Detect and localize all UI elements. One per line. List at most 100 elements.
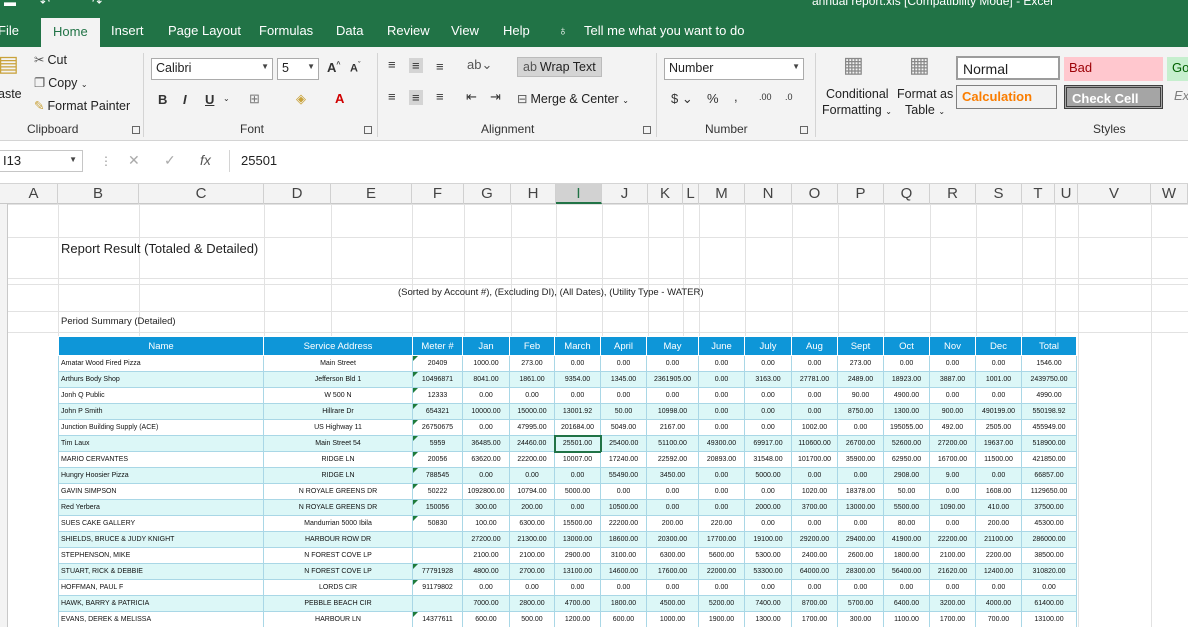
value-cell[interactable]: 13100.00 — [1021, 611, 1077, 627]
value-cell[interactable]: 6300.00 — [509, 515, 555, 532]
currency-icon[interactable]: $ ⌄ — [671, 91, 693, 107]
value-cell[interactable]: 0.00 — [462, 387, 510, 404]
value-cell[interactable]: 2700.00 — [509, 563, 555, 580]
value-cell[interactable]: 4900.00 — [883, 387, 930, 404]
value-cell[interactable]: 21100.00 — [975, 531, 1022, 548]
table-header-cell[interactable]: Total — [1021, 336, 1077, 356]
value-cell[interactable]: 1000.00 — [646, 611, 699, 627]
value-cell[interactable]: 3163.00 — [744, 371, 792, 388]
value-cell[interactable]: 27781.00 — [791, 371, 838, 388]
value-cell[interactable]: 10794.00 — [509, 483, 555, 500]
value-cell[interactable]: 500.00 — [509, 611, 555, 627]
value-cell[interactable]: 0.00 — [975, 467, 1022, 484]
value-cell[interactable]: 1608.00 — [975, 483, 1022, 500]
value-cell[interactable]: 0.00 — [646, 483, 699, 500]
value-cell[interactable]: 22200.00 — [929, 531, 976, 548]
value-cell[interactable]: 50.00 — [883, 483, 930, 500]
error-indicator-icon[interactable] — [413, 388, 418, 393]
meter-cell[interactable]: 150056 — [412, 499, 463, 516]
borders-icon[interactable]: ⊞ — [249, 91, 260, 107]
error-indicator-icon[interactable] — [413, 580, 418, 585]
style-calculation[interactable]: Calculation — [956, 85, 1057, 109]
underline-icon[interactable]: U — [205, 92, 214, 107]
value-cell[interactable]: 0.00 — [509, 467, 555, 484]
value-cell[interactable]: 1800.00 — [600, 595, 647, 612]
table-header-cell[interactable]: Service Address — [263, 336, 413, 356]
meter-cell[interactable]: 788545 — [412, 467, 463, 484]
value-cell[interactable]: 490199.00 — [975, 403, 1022, 420]
value-cell[interactable]: 1000.00 — [462, 355, 510, 372]
value-cell[interactable]: 0.00 — [646, 579, 699, 596]
tab-review[interactable]: Review — [387, 23, 430, 38]
style-explanatory[interactable]: Ex — [1169, 85, 1188, 109]
name-cell[interactable]: Jonh Q Public — [58, 387, 264, 404]
value-cell[interactable]: 0.00 — [791, 515, 838, 532]
style-normal[interactable]: Normal — [956, 56, 1060, 80]
value-cell[interactable]: 0.00 — [698, 387, 745, 404]
value-cell[interactable]: 0.00 — [698, 467, 745, 484]
value-cell[interactable]: 11500.00 — [975, 451, 1022, 468]
value-cell[interactable]: 286000.00 — [1021, 531, 1077, 548]
undo-icon[interactable]: ↶ — [40, 0, 50, 9]
value-cell[interactable]: 0.00 — [462, 419, 510, 436]
meter-cell[interactable]: 91179802 — [412, 579, 463, 596]
address-cell[interactable]: Main Street 54 — [263, 435, 413, 452]
value-cell[interactable]: 13001.92 — [554, 403, 601, 420]
value-cell[interactable]: 5700.00 — [837, 595, 884, 612]
address-cell[interactable]: PEBBLE BEACH CIR — [263, 595, 413, 612]
value-cell[interactable]: 4990.00 — [1021, 387, 1077, 404]
percent-icon[interactable]: % — [707, 91, 719, 106]
tab-data[interactable]: Data — [336, 23, 363, 38]
address-cell[interactable]: RIDGE LN — [263, 451, 413, 468]
table-header-cell[interactable]: May — [646, 336, 699, 356]
value-cell[interactable]: 0.00 — [744, 387, 792, 404]
value-cell[interactable]: 3200.00 — [929, 595, 976, 612]
address-cell[interactable]: HARBOUR LN — [263, 611, 413, 627]
align-top-icon[interactable]: ≡ — [388, 57, 396, 72]
meter-cell[interactable]: 50222 — [412, 483, 463, 500]
value-cell[interactable]: 4500.00 — [646, 595, 699, 612]
value-cell[interactable]: 29200.00 — [791, 531, 838, 548]
value-cell[interactable]: 0.00 — [837, 467, 884, 484]
name-cell[interactable]: Junction Building Supply (ACE) — [58, 419, 264, 436]
address-cell[interactable]: N FOREST COVE LP — [263, 547, 413, 564]
meter-cell[interactable]: 14377611 — [412, 611, 463, 627]
value-cell[interactable]: 0.00 — [744, 355, 792, 372]
column-header-a[interactable]: A — [10, 184, 58, 204]
value-cell[interactable]: 0.00 — [554, 467, 601, 484]
column-header-b[interactable]: B — [58, 184, 139, 204]
value-cell[interactable]: 25400.00 — [600, 435, 647, 452]
increase-indent-icon[interactable]: ⇥ — [490, 89, 501, 105]
align-bottom-icon[interactable]: ≡ — [436, 59, 444, 74]
value-cell[interactable]: 0.00 — [929, 579, 976, 596]
error-indicator-icon[interactable] — [413, 452, 418, 457]
tab-page-layout[interactable]: Page Layout — [168, 23, 241, 38]
value-cell[interactable]: 0.00 — [698, 483, 745, 500]
value-cell[interactable]: 45300.00 — [1021, 515, 1077, 532]
value-cell[interactable]: 80.00 — [883, 515, 930, 532]
value-cell[interactable]: 10500.00 — [600, 499, 647, 516]
value-cell[interactable]: 27200.00 — [929, 435, 976, 452]
name-cell[interactable]: Hungry Hoosier Pizza — [58, 467, 264, 484]
table-header-cell[interactable]: Sept — [837, 336, 884, 356]
value-cell[interactable]: 5300.00 — [744, 547, 792, 564]
value-cell[interactable]: 4800.00 — [462, 563, 510, 580]
clipboard-launcher-icon[interactable] — [132, 126, 140, 134]
fill-color-icon[interactable]: ◈ — [296, 91, 306, 107]
address-cell[interactable]: HARBOUR ROW DR — [263, 531, 413, 548]
column-header-d[interactable]: D — [264, 184, 331, 204]
orientation-icon[interactable]: ab⌄ — [467, 57, 492, 73]
address-cell[interactable]: Hillrare Dr — [263, 403, 413, 420]
tab-view[interactable]: View — [451, 23, 479, 38]
error-indicator-icon[interactable] — [413, 404, 418, 409]
merge-center-button[interactable]: ⊟ Merge & Center ⌄ — [517, 91, 629, 106]
table-header-cell[interactable]: Feb — [509, 336, 555, 356]
value-cell[interactable]: 1090.00 — [929, 499, 976, 516]
number-format-combo[interactable]: Number ▼ — [664, 58, 804, 80]
column-header-g[interactable]: G — [464, 184, 511, 204]
font-color-icon[interactable]: A — [335, 91, 344, 106]
value-cell[interactable]: 22592.00 — [646, 451, 699, 468]
value-cell[interactable]: 0.00 — [929, 515, 976, 532]
value-cell[interactable]: 1002.00 — [791, 419, 838, 436]
value-cell[interactable]: 69917.00 — [744, 435, 792, 452]
